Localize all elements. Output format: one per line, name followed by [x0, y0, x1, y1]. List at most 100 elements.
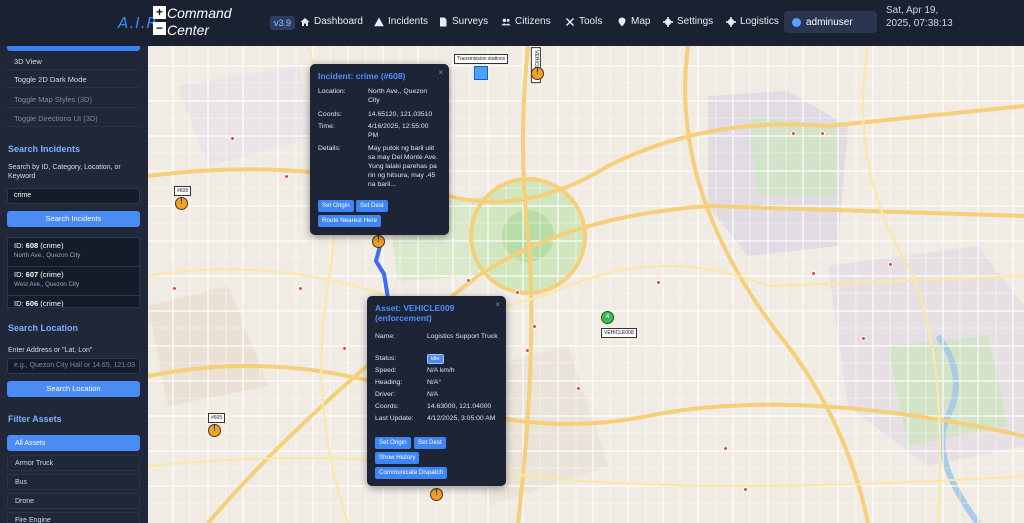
poi-marker[interactable] — [466, 278, 471, 283]
last-update-value: 4/12/2025, 3:05:00 AM — [427, 415, 496, 422]
nav-label: Logistics — [740, 16, 779, 27]
route-nearest-button[interactable]: Route Nearest Here — [318, 215, 382, 227]
nav-settings[interactable]: Settings — [663, 16, 713, 27]
warning-icon — [374, 17, 384, 26]
sidebar-top-button[interactable] — [7, 46, 140, 51]
id-label: ID: — [14, 299, 26, 308]
incident-marker-608[interactable] — [372, 235, 385, 248]
poi-marker[interactable] — [525, 348, 530, 353]
nav-dashboard[interactable]: Dashboard — [300, 16, 363, 27]
poi-marker[interactable] — [342, 346, 347, 351]
option-toggle-2d-dark[interactable]: Toggle 2D Dark Mode — [7, 71, 140, 88]
filter-all-assets[interactable]: All Assets — [7, 435, 140, 451]
show-history-button[interactable]: Show History — [375, 452, 420, 464]
id-value: 608 — [25, 241, 39, 250]
poi-marker[interactable] — [298, 286, 303, 291]
nav-map[interactable]: Map — [617, 16, 650, 27]
brand-zoom-icon[interactable]: + − — [153, 6, 166, 36]
incident-marker[interactable] — [531, 67, 544, 80]
user-avatar-icon — [792, 17, 801, 27]
map-canvas[interactable]: Transmission stations VEHICLE005 #608 #6… — [148, 46, 1024, 523]
nav-tools[interactable]: Tools — [565, 16, 602, 27]
gear-icon — [726, 16, 736, 27]
list-item[interactable]: ID: 608 (crime) North Ave., Quezon City — [8, 238, 139, 267]
nav-label: Dashboard — [314, 16, 363, 27]
communicate-dispatch-button[interactable]: Communicate Dispatch — [375, 467, 447, 479]
nav-label: Surveys — [452, 16, 489, 27]
users-icon — [501, 18, 511, 25]
incident-results-list[interactable]: ID: 608 (crime) North Ave., Quezon City … — [7, 237, 140, 308]
result-title: ID: 606 (crime) — [14, 299, 133, 308]
driver-value: N/A — [427, 391, 439, 398]
incident-marker[interactable] — [208, 424, 221, 437]
transmission-label: Transmission stations — [454, 54, 509, 64]
vehicle-tag: VEHICLE008 — [601, 328, 637, 338]
status-badge: idle — [427, 354, 444, 364]
search-incidents-input[interactable]: crime — [7, 188, 140, 204]
poi-marker[interactable] — [791, 131, 796, 136]
app-root: A.I.R. + − Command Center v3.9 Dashboard… — [0, 0, 1024, 523]
poi-marker[interactable] — [723, 446, 728, 451]
poi-marker[interactable] — [861, 336, 866, 341]
list-item[interactable]: ID: 607 (crime) West Ave., Quezon City — [8, 267, 139, 296]
vehicle-marker-009[interactable] — [430, 488, 443, 501]
speed-value: N/A km/h — [427, 367, 455, 374]
asset-cluster-marker[interactable]: 4 — [601, 311, 614, 324]
map-base-layer[interactable] — [148, 46, 1024, 523]
nav-label: Incidents — [388, 16, 429, 27]
set-dest-button[interactable]: Set Dest — [356, 200, 388, 212]
nav-citizens[interactable]: Citizens — [501, 16, 551, 27]
poi-marker[interactable] — [284, 174, 289, 179]
heading-value: N/A° — [427, 379, 442, 386]
poi-marker[interactable] — [820, 131, 825, 136]
incident-label: #605 — [208, 413, 226, 423]
option-toggle-map-styles[interactable]: Toggle Map Styles (3D) — [7, 91, 140, 108]
filter-bus[interactable]: Bus — [7, 474, 140, 490]
filter-fire-engine[interactable]: Fire Engine — [7, 512, 140, 523]
search-incidents-button[interactable]: Search Incidents — [7, 211, 140, 227]
id-label: ID: — [14, 270, 26, 279]
option-toggle-directions[interactable]: Toggle Directions UI (3D) — [7, 110, 140, 127]
id-value: 606 — [25, 299, 39, 308]
top-navbar: A.I.R. + − Command Center v3.9 Dashboard… — [0, 0, 1024, 46]
transmission-station-marker[interactable] — [474, 66, 488, 80]
result-title: ID: 607 (crime) — [14, 270, 133, 279]
nav-logistics[interactable]: Logistics — [726, 16, 779, 27]
poi-marker[interactable] — [743, 487, 748, 492]
poi-marker[interactable] — [532, 324, 537, 329]
username: adminuser — [806, 16, 853, 28]
incident-popup: Incident: crime (#608) × Location: North… — [310, 64, 449, 235]
user-menu-button[interactable]: adminuser — [784, 11, 877, 33]
poi-marker[interactable] — [515, 290, 520, 295]
zoom-out-icon[interactable]: − — [153, 22, 166, 35]
poi-marker[interactable] — [888, 262, 893, 267]
set-origin-button[interactable]: Set Origin — [318, 200, 354, 212]
popup-title: Incident: crime (#608) — [318, 71, 406, 81]
close-icon[interactable]: × — [495, 300, 500, 309]
list-item[interactable]: ID: 606 (crime) — [8, 296, 139, 308]
set-origin-button[interactable]: Set Origin — [375, 437, 411, 449]
poi-marker[interactable] — [576, 386, 581, 391]
nav-incidents[interactable]: Incidents — [374, 16, 428, 27]
sidebar: 3D View Toggle 2D Dark Mode Toggle Map S… — [0, 46, 148, 523]
incident-marker[interactable] — [175, 197, 188, 210]
close-icon[interactable]: × — [438, 68, 443, 77]
result-location: West Ave., Quezon City — [14, 281, 80, 288]
nav-label: Tools — [579, 16, 603, 27]
cluster-count: 4 — [605, 314, 610, 320]
search-location-button[interactable]: Search Location — [7, 381, 140, 397]
search-location-input[interactable]: e.g., Quezon City Hall or 14.65, 121.03 — [7, 358, 140, 374]
nav-surveys[interactable]: Surveys — [438, 16, 488, 27]
poi-marker[interactable] — [811, 271, 816, 276]
coords-value: 14.65120, 121.03510 — [368, 111, 433, 118]
poi-marker[interactable] — [656, 280, 661, 285]
option-3d-view[interactable]: 3D View — [7, 53, 140, 70]
filter-drone[interactable]: Drone — [7, 493, 140, 509]
poi-marker[interactable] — [172, 286, 177, 291]
poi-marker[interactable] — [230, 136, 235, 141]
filter-armor-truck[interactable]: Armor Truck — [7, 455, 140, 471]
zoom-in-icon[interactable]: + — [153, 6, 166, 19]
set-dest-button[interactable]: Set Dest — [414, 437, 446, 449]
result-location: North Ave., Quezon City — [14, 252, 81, 259]
coords-value: 14.63000, 121.04000 — [427, 403, 492, 410]
